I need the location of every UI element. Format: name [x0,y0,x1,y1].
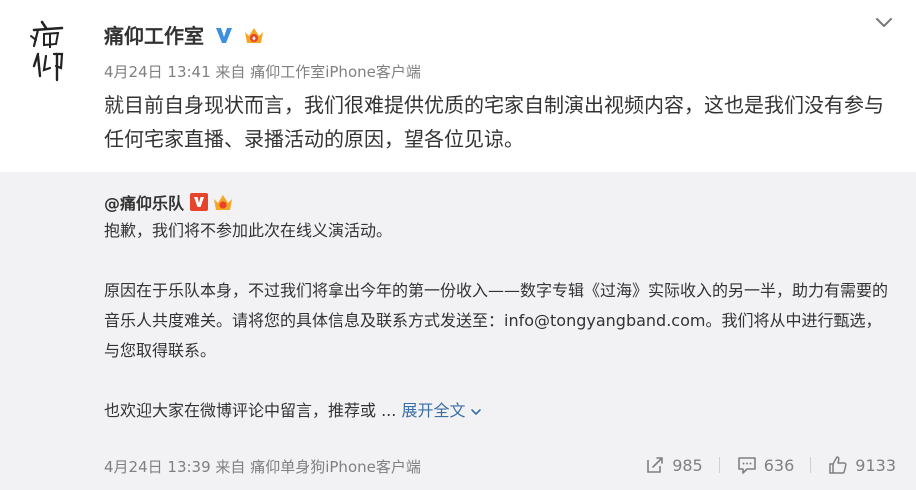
repost-paragraph: 原因在于乐队本身，不过我们将拿出今年的第一份收入——数字专辑《过海》实际收入的另… [104,281,889,360]
source-prefix: 来自 [215,458,246,476]
repost-header: @痛仰乐队 [104,190,234,214]
weibo-post: 痛仰工作室 ♦ 4月24日 13:41 来自 痛仰工作室iPhone客户端 就目… [0,0,916,490]
comment-count: 636 [763,455,795,475]
post-header: 痛仰工作室 ♦ [104,20,266,49]
repost-card[interactable]: @痛仰乐队 抱歉，我们将不参加此次在线义演活动。 原因在于乐队本身，不过我们将拿… [0,172,916,490]
source-prefix: 来自 [215,63,246,81]
repost-count: 985 [672,455,703,475]
repost-paragraph: 抱歉，我们将不参加此次在线义演活动。 [104,221,393,240]
calligraphy-avatar[interactable] [28,18,72,82]
verified-orange-v-icon[interactable] [190,193,209,211]
post-source[interactable]: 痛仰工作室iPhone客户端 [250,63,421,81]
repost-button[interactable]: 985 [644,454,703,476]
repost-timestamp[interactable]: 4月24日 13:39 [104,458,211,476]
divider [810,457,812,473]
comment-icon [737,457,756,474]
divider [718,457,720,473]
post-text: 就目前自身现状而言，我们很难提供优质的宅家自制演出视频内容，这也是我们没有参与任… [104,93,884,151]
comment-button[interactable]: 636 [736,454,795,476]
repost-actions: 985 636 9133 [644,454,896,476]
repost-paragraph-truncated: 也欢迎大家在微博评论中留言，推荐或 ... [104,401,397,420]
author-name[interactable]: 痛仰工作室 [104,20,204,49]
repost-icon [647,457,663,473]
like-count: 9133 [855,455,896,475]
expand-full-text-link[interactable]: 展开全文 [401,401,483,420]
repost-source[interactable]: 痛仰单身狗iPhone客户端 [250,458,421,476]
repost-meta: 4月24日 13:39 来自 痛仰单身狗iPhone客户端 [104,456,421,477]
chevron-down-icon [876,18,892,27]
like-button[interactable]: 9133 [827,454,896,476]
member-crown-icon[interactable] [212,192,234,212]
chevron-down-icon [471,408,482,415]
post-meta: 4月24日 13:41 来自 痛仰工作室iPhone客户端 [104,61,421,82]
post-menu-button[interactable] [872,10,896,34]
calligraphy-avatar-icon [30,20,64,82]
repost-footer: 4月24日 13:39 来自 痛仰单身狗iPhone客户端 985 636 91… [104,454,896,478]
verified-v-icon[interactable] [214,25,234,45]
repost-author[interactable]: @痛仰乐队 [104,190,184,214]
thumbs-up-icon [829,456,847,474]
expand-label[interactable]: 展开全文 [401,401,465,420]
repost-paragraph: 也欢迎大家在微博评论中留言，推荐或 ... 展开全文 [104,396,894,426]
member-crown-icon[interactable]: ♦ [242,24,266,46]
post-timestamp[interactable]: 4月24日 13:41 [104,63,211,81]
repost-text: 抱歉，我们将不参加此次在线义演活动。 原因在于乐队本身，不过我们将拿出今年的第一… [104,216,894,426]
svg-text:♦: ♦ [251,35,256,42]
